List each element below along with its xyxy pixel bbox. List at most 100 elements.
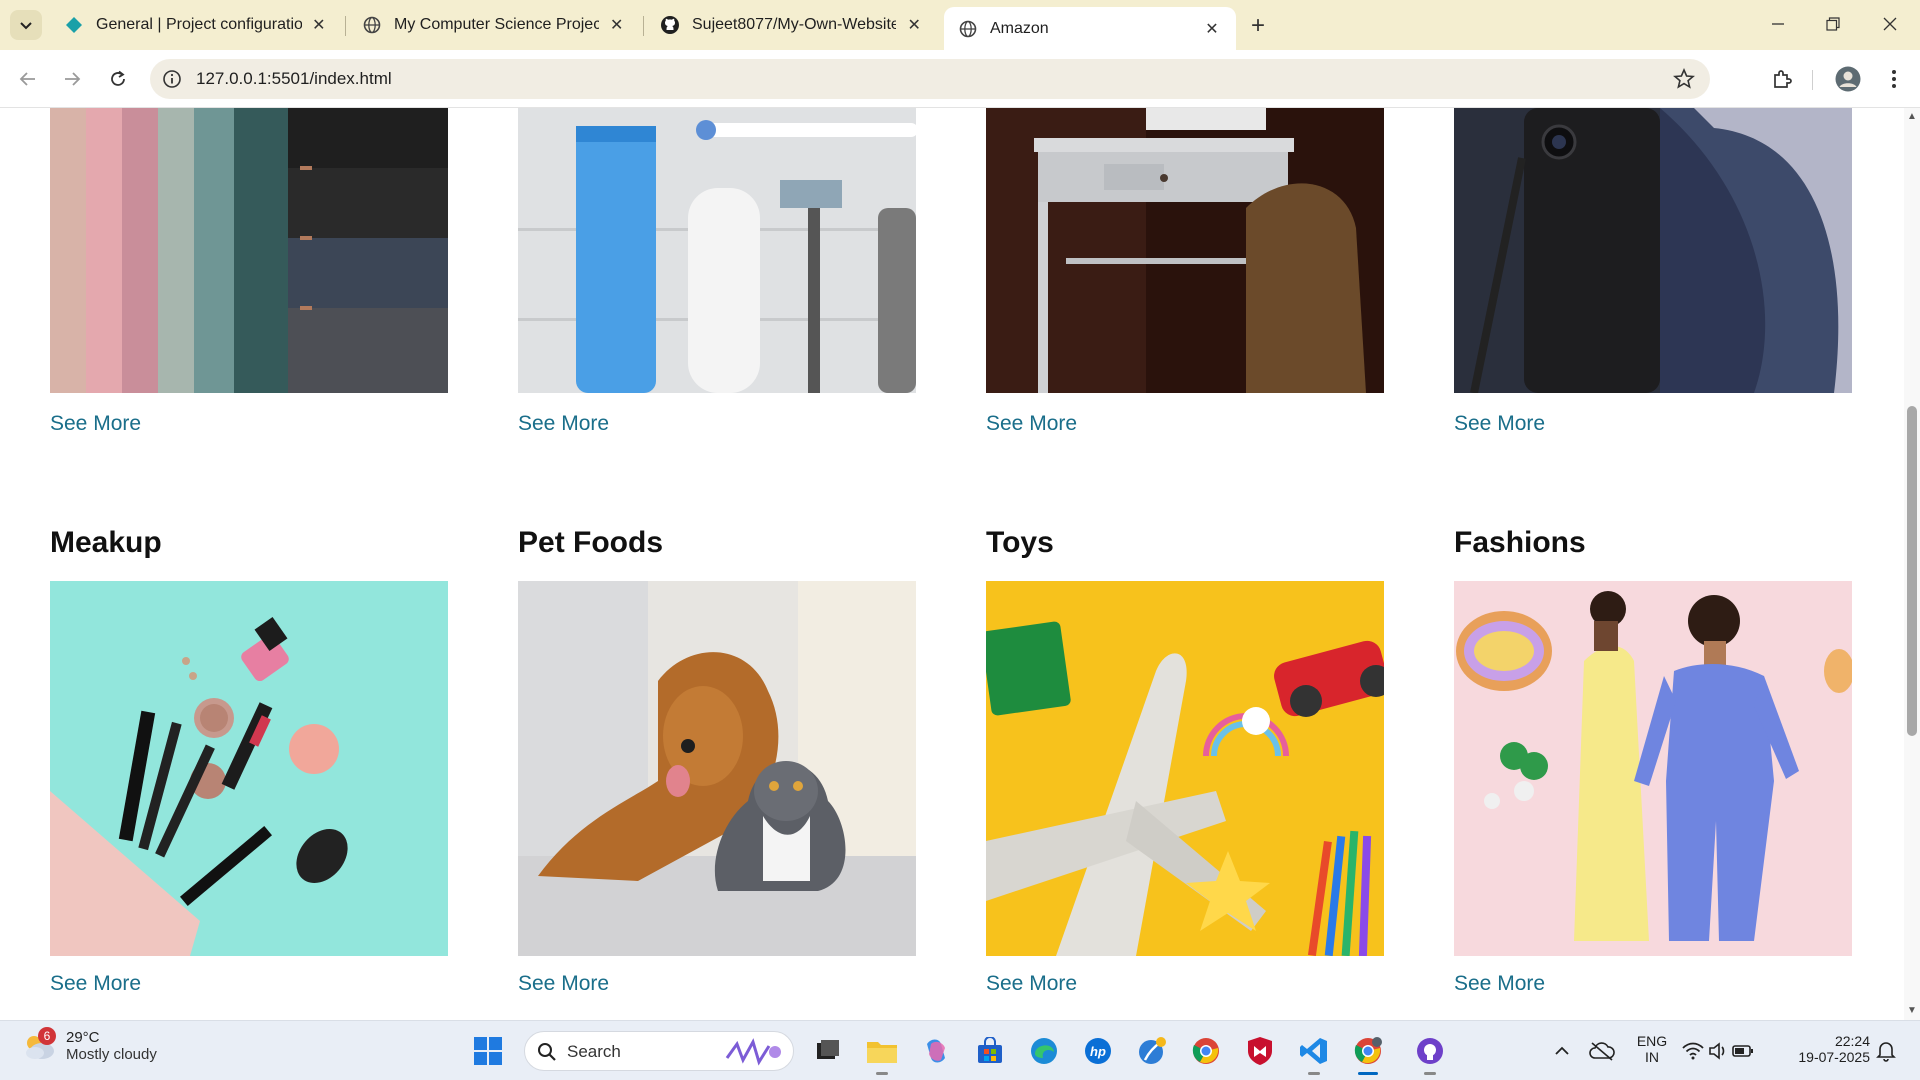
category-title: Toys	[986, 526, 1054, 559]
see-more-link[interactable]: See More	[986, 972, 1077, 996]
region-code: IN	[1645, 1049, 1659, 1065]
show-hidden-icons-button[interactable]	[1542, 1031, 1582, 1071]
category-card-fabrics: See More	[50, 108, 448, 444]
close-tab-icon[interactable]: ✕	[607, 15, 626, 35]
file-explorer-button[interactable]	[862, 1031, 902, 1075]
clock-date: 19-07-2025	[1798, 1049, 1870, 1065]
site-info-icon[interactable]	[162, 69, 182, 89]
github-desktop-button[interactable]	[1410, 1031, 1450, 1075]
chevron-up-icon	[1555, 1046, 1569, 1055]
scroll-down-icon[interactable]: ▼	[1907, 1006, 1917, 1016]
see-more-link[interactable]: See More	[1454, 412, 1545, 436]
folder-icon	[867, 1042, 897, 1063]
new-tab-button[interactable]: +	[1244, 12, 1272, 40]
search-icon	[538, 1043, 556, 1061]
github-icon	[660, 15, 680, 35]
category-card-toys: Toys See More	[986, 526, 1384, 1016]
hp-app-button[interactable]: hp	[1078, 1031, 1118, 1071]
category-title: Fashions	[1454, 526, 1586, 559]
svg-text:hp: hp	[1090, 1044, 1106, 1059]
python-app-button[interactable]	[1132, 1031, 1172, 1071]
minimize-button[interactable]	[1758, 8, 1798, 40]
tab-amazon[interactable]: Amazon ✕	[944, 7, 1236, 50]
see-more-link[interactable]: See More	[518, 412, 609, 436]
minimize-icon	[1772, 23, 1784, 25]
notifications-button[interactable]	[1870, 1031, 1902, 1071]
feather-icon	[1139, 1037, 1166, 1064]
hp-logo-icon: hp	[1085, 1038, 1111, 1064]
extensions-button[interactable]	[1766, 63, 1798, 95]
volume-icon	[1709, 1042, 1725, 1060]
store-bag-icon	[978, 1037, 1002, 1063]
url-text: 127.0.0.1:5501/index.html	[196, 69, 392, 88]
globe-icon	[362, 15, 382, 35]
chrome-icon	[1354, 1037, 1382, 1064]
tab-title: General | Project configuration |	[96, 16, 302, 33]
input-language-indicator[interactable]: ENG IN	[1632, 1033, 1672, 1065]
microsoft-store-button[interactable]	[970, 1031, 1010, 1071]
category-card-furniture: See More	[986, 108, 1384, 444]
search-label: Search	[567, 1042, 621, 1061]
toolbar-divider	[1812, 70, 1813, 90]
weather-notification-badge: 6	[38, 1027, 56, 1045]
close-icon	[1883, 17, 1897, 31]
page-scrollbar[interactable]: ▲ ▼	[1904, 108, 1920, 1020]
see-more-link[interactable]: See More	[50, 972, 141, 996]
close-tab-icon[interactable]: ✕	[310, 15, 328, 35]
task-view-button[interactable]	[808, 1031, 848, 1071]
tab-title: Amazon	[990, 19, 1049, 37]
bookmark-star-icon[interactable]	[1672, 67, 1696, 91]
edge-browser-button[interactable]	[1024, 1031, 1064, 1071]
search-highlight-icon	[725, 1038, 781, 1066]
quick-settings-button[interactable]	[1676, 1031, 1760, 1071]
avatar-icon	[1835, 66, 1861, 92]
clock-time: 22:24	[1834, 1033, 1870, 1049]
onedrive-button[interactable]	[1582, 1031, 1622, 1071]
chrome-button[interactable]	[1186, 1031, 1226, 1071]
tab-search-button[interactable]	[10, 10, 42, 40]
personal-care-products-image	[518, 108, 916, 393]
tab-project-configuration[interactable]: General | Project configuration | ✕	[50, 7, 342, 43]
copilot-button[interactable]	[916, 1031, 956, 1071]
running-indicator	[1308, 1072, 1320, 1075]
see-more-link[interactable]: See More	[518, 972, 609, 996]
tab-my-cs-projects[interactable]: My Computer Science Projects ✕	[348, 7, 640, 43]
restore-button[interactable]	[1813, 8, 1853, 40]
weather-temperature: 29°C	[66, 1029, 100, 1046]
start-button[interactable]	[468, 1031, 508, 1071]
wifi-icon	[1682, 1042, 1704, 1060]
browser-toolbar: 127.0.0.1:5501/index.html	[0, 50, 1920, 108]
arrow-left-icon	[19, 72, 35, 86]
fabric-swatches-image	[50, 108, 448, 393]
windows-taskbar: 29°C Mostly cloudy 6 Search hp ENG IN 22…	[0, 1020, 1920, 1080]
shield-icon	[1248, 1037, 1272, 1065]
browser-menu-button[interactable]	[1878, 63, 1910, 95]
windows-logo-icon	[474, 1037, 502, 1065]
category-title: Pet Foods	[518, 526, 664, 559]
close-tab-icon[interactable]: ✕	[1202, 19, 1222, 39]
vscode-button[interactable]	[1294, 1031, 1334, 1075]
clock[interactable]: 22:24 19-07-2025	[1780, 1033, 1870, 1065]
forward-button[interactable]	[56, 63, 88, 95]
see-more-link[interactable]: See More	[1454, 972, 1545, 996]
mcafee-button[interactable]	[1240, 1031, 1280, 1071]
tab-divider	[345, 16, 346, 36]
close-tab-icon[interactable]: ✕	[904, 15, 924, 35]
taskbar-search-box[interactable]: Search	[524, 1031, 794, 1071]
address-bar[interactable]: 127.0.0.1:5501/index.html	[150, 59, 1710, 99]
tab-github-repo[interactable]: Sujeet8077/My-Own-Website ✕	[646, 7, 938, 43]
reload-button[interactable]	[102, 63, 134, 95]
vscode-icon	[1300, 1038, 1327, 1064]
see-more-link[interactable]: See More	[50, 412, 141, 436]
tab-title: Sujeet8077/My-Own-Website	[692, 16, 897, 33]
active-indicator	[1358, 1072, 1378, 1075]
profile-avatar[interactable]	[1832, 63, 1864, 95]
close-window-button[interactable]	[1870, 8, 1910, 40]
language-code: ENG	[1636, 1033, 1668, 1049]
scrollbar-thumb[interactable]	[1907, 406, 1917, 736]
scroll-up-icon[interactable]: ▲	[1907, 112, 1917, 122]
back-button[interactable]	[12, 63, 44, 95]
see-more-link[interactable]: See More	[986, 412, 1077, 436]
category-card-mobiles: See More	[1454, 108, 1852, 444]
chrome-active-button[interactable]	[1348, 1031, 1388, 1075]
